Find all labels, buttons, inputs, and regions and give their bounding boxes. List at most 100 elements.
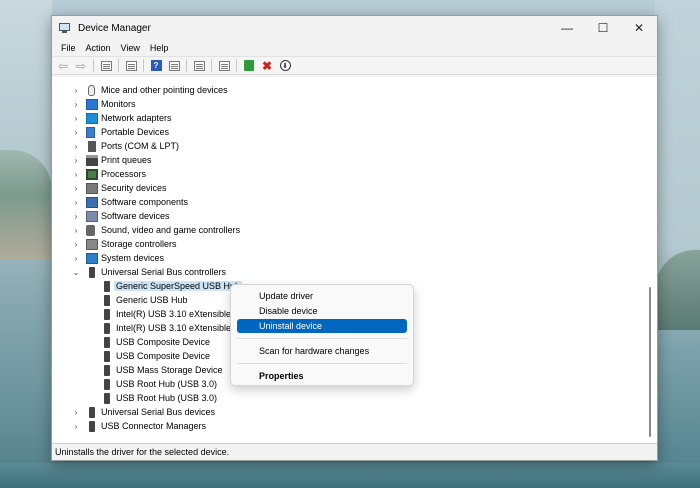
chevron-right-icon[interactable]: › <box>72 156 80 165</box>
menu-bar: File Action View Help <box>52 40 657 56</box>
tree-item-label: USB Mass Storage Device <box>116 365 223 375</box>
tree-item-category[interactable]: › Storage controllers <box>52 237 647 251</box>
help-icon[interactable]: ? <box>147 58 165 74</box>
chevron-right-icon[interactable]: › <box>72 226 80 235</box>
context-menu: Update driver Disable device Uninstall d… <box>230 284 414 386</box>
tree-item-category[interactable]: › Software components <box>52 195 647 209</box>
device-tree-pane[interactable]: › Mice and other pointing devices › Monitor… <box>52 77 657 444</box>
tree-item-label: Generic SuperSpeed USB Hub <box>114 281 243 291</box>
usb-icon <box>104 308 110 320</box>
update-driver-icon[interactable] <box>190 58 208 74</box>
tree-item-label: USB Composite Device <box>116 337 211 347</box>
menu-update-driver[interactable]: Update driver <box>237 289 407 303</box>
tree-item-category[interactable]: › USB Connector Managers <box>52 419 647 433</box>
chevron-right-icon[interactable]: › <box>72 184 80 193</box>
tree-item-category[interactable]: ⌄ Universal Serial Bus controllers <box>52 265 647 279</box>
chevron-right-icon[interactable]: › <box>72 170 80 179</box>
title-bar[interactable]: Device Manager — ☐ ✕ <box>52 16 657 40</box>
vertical-scrollbar[interactable] <box>649 287 651 437</box>
chevron-right-icon[interactable]: › <box>72 408 80 417</box>
tree-item-category[interactable]: › Print queues <box>52 153 647 167</box>
tree-item-category[interactable]: › Software devices <box>52 209 647 223</box>
chevron-right-icon[interactable]: › <box>72 142 80 151</box>
desktop-wallpaper-right <box>655 0 700 488</box>
chevron-right-icon[interactable]: › <box>72 240 80 249</box>
tree-item-category[interactable]: › Ports (COM & LPT) <box>52 139 647 153</box>
chevron-right-icon[interactable]: › <box>72 254 80 263</box>
device-manager-icon <box>58 21 72 35</box>
menu-view[interactable]: View <box>116 43 145 53</box>
forward-arrow-icon[interactable]: ⇨ <box>72 58 90 74</box>
tree-item-category[interactable]: › Monitors <box>52 97 647 111</box>
menu-scan-hardware-changes[interactable]: Scan for hardware changes <box>237 344 407 358</box>
tree-item-category[interactable]: › Universal Serial Bus devices <box>52 405 647 419</box>
usb-icon <box>104 280 110 292</box>
menu-file[interactable]: File <box>56 43 81 53</box>
tree-item-category[interactable]: › Portable Devices <box>52 125 647 139</box>
chevron-right-icon[interactable]: › <box>72 86 80 95</box>
desktop-wallpaper-left <box>0 0 52 488</box>
usb-icon <box>104 322 110 334</box>
chevron-right-icon[interactable]: › <box>72 212 80 221</box>
tree-item-category[interactable]: › Mice and other pointing devices <box>52 83 647 97</box>
tree-item-category[interactable]: › Security devices <box>52 181 647 195</box>
chevron-right-icon[interactable]: › <box>72 422 80 431</box>
menu-separator <box>237 363 407 364</box>
enable-device-icon[interactable] <box>240 58 258 74</box>
portable-device-icon <box>86 126 95 138</box>
tree-item-label: USB Composite Device <box>116 351 211 361</box>
tree-item-label: System devices <box>101 253 165 263</box>
tree-item-category[interactable]: › Network adapters <box>52 111 647 125</box>
tree-item-label: Security devices <box>101 183 167 193</box>
sound-icon <box>86 224 95 236</box>
menu-uninstall-device[interactable]: Uninstall device <box>237 319 407 333</box>
tree-item-label: Network adapters <box>101 113 172 123</box>
printer-icon <box>86 154 98 166</box>
chevron-right-icon[interactable]: › <box>72 198 80 207</box>
action-pane-icon[interactable] <box>165 58 183 74</box>
usb-icon <box>104 378 110 390</box>
uninstall-device-icon[interactable]: ✖ <box>258 58 276 74</box>
usb-icon <box>104 392 110 404</box>
chevron-right-icon[interactable]: › <box>72 128 80 137</box>
menu-properties[interactable]: Properties <box>237 369 407 383</box>
minimize-button[interactable]: — <box>549 16 585 40</box>
desktop-wallpaper-bottom <box>0 463 700 488</box>
usb-icon <box>104 294 110 306</box>
mouse-icon <box>88 84 95 96</box>
usb-connector-icon <box>89 420 95 432</box>
tree-item-label: Software components <box>101 197 189 207</box>
show-hide-console-tree-icon[interactable] <box>97 58 115 74</box>
tree-item-category[interactable]: › Sound, video and game controllers <box>52 223 647 237</box>
status-text: Uninstalls the driver for the selected d… <box>55 447 230 457</box>
scan-hardware-icon[interactable] <box>215 58 233 74</box>
properties-icon[interactable] <box>122 58 140 74</box>
menu-help[interactable]: Help <box>145 43 174 53</box>
chevron-down-icon[interactable]: ⌄ <box>72 268 80 277</box>
usb-icon <box>89 266 95 278</box>
tree-item-device[interactable]: USB Root Hub (USB 3.0) <box>52 391 647 405</box>
tree-item-label: USB Root Hub (USB 3.0) <box>116 393 218 403</box>
tree-item-label: Universal Serial Bus devices <box>101 407 216 417</box>
chevron-right-icon[interactable]: › <box>72 100 80 109</box>
chevron-right-icon[interactable]: › <box>72 114 80 123</box>
menu-disable-device[interactable]: Disable device <box>237 304 407 318</box>
network-adapter-icon <box>86 112 98 124</box>
usb-icon <box>104 336 110 348</box>
tree-item-label: Universal Serial Bus controllers <box>101 267 227 277</box>
disable-device-icon[interactable]: ⬇ <box>276 58 294 74</box>
security-device-icon <box>86 182 98 194</box>
maximize-button[interactable]: ☐ <box>585 16 621 40</box>
close-button[interactable]: ✕ <box>621 16 657 40</box>
system-device-icon <box>86 252 98 264</box>
processor-icon <box>86 168 98 180</box>
tree-item-category[interactable]: › System devices <box>52 251 647 265</box>
tree-item-label: Intel(R) USB 3.10 eXtensible <box>116 323 232 333</box>
tree-item-label: Processors <box>101 169 147 179</box>
tree-item-label: USB Connector Managers <box>101 421 207 431</box>
tree-item-label: Generic USB Hub <box>116 295 188 305</box>
menu-separator <box>237 338 407 339</box>
tree-item-category[interactable]: › Processors <box>52 167 647 181</box>
menu-action[interactable]: Action <box>81 43 116 53</box>
back-arrow-icon[interactable]: ⇦ <box>54 58 72 74</box>
